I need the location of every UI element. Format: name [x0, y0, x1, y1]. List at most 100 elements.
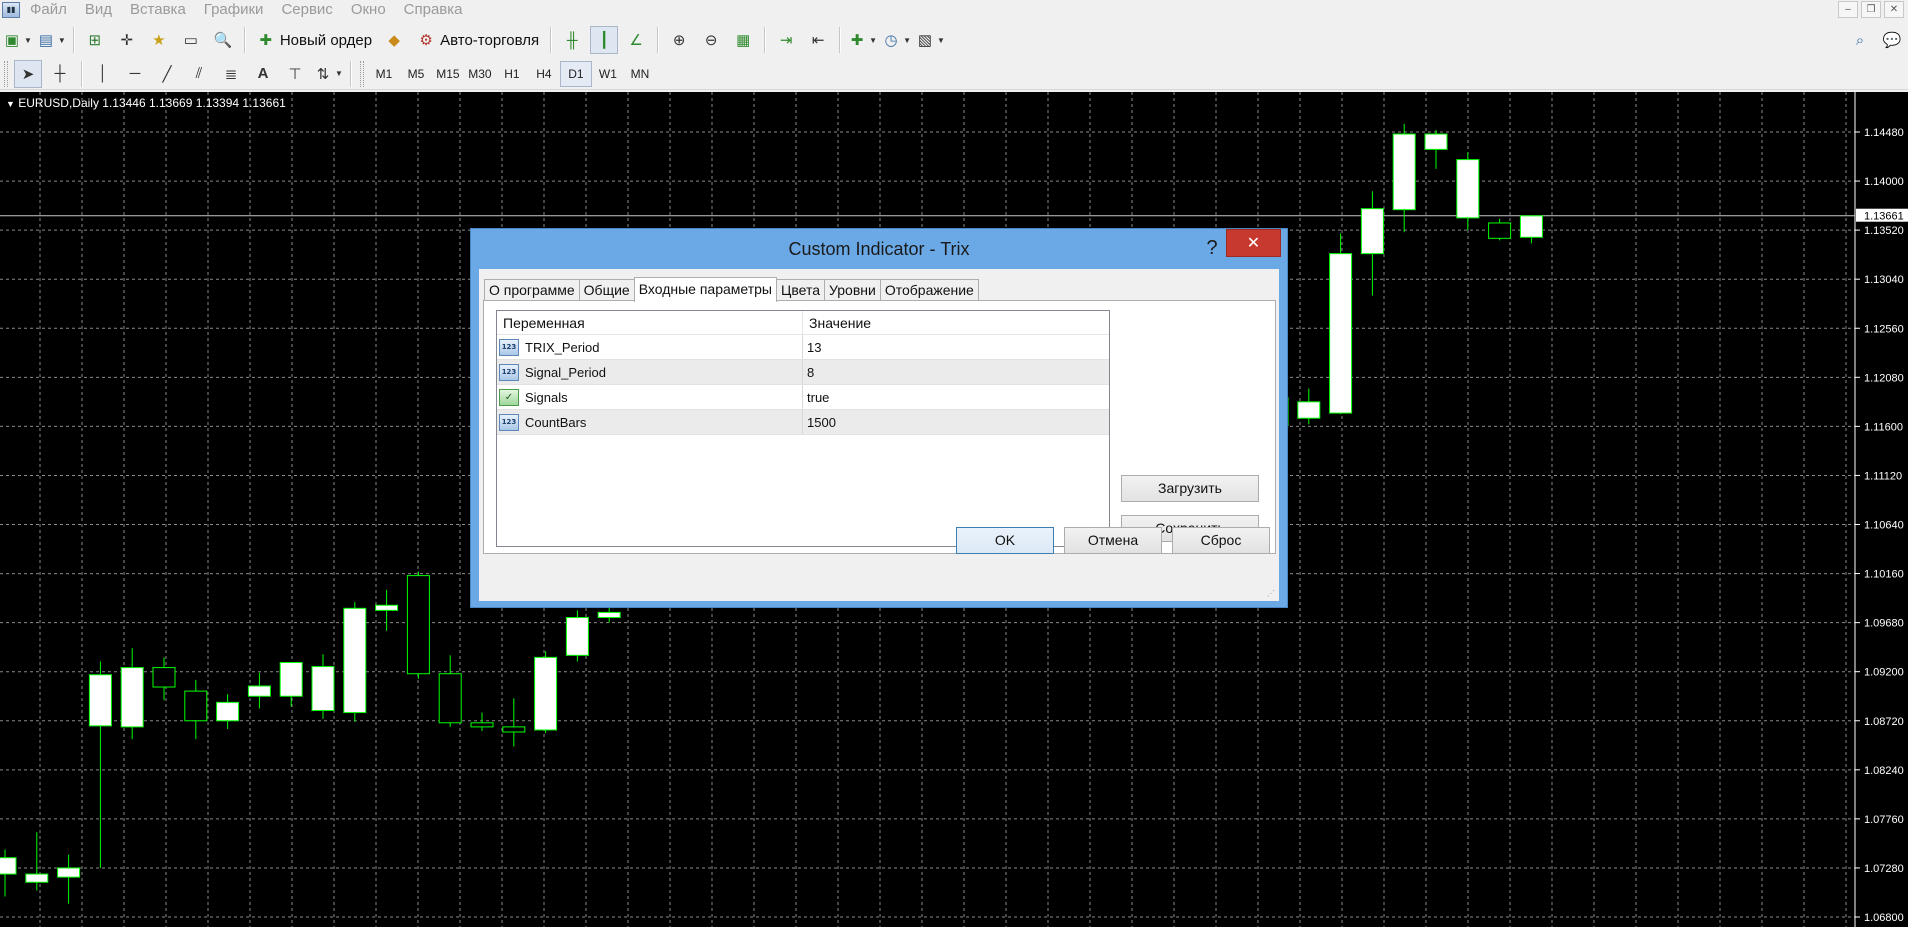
chart-collapse-icon[interactable]: ▼: [6, 99, 15, 109]
timeframe-m30[interactable]: M30: [464, 61, 496, 87]
param-value[interactable]: 1500: [803, 410, 1109, 434]
text-button[interactable]: A: [249, 60, 277, 88]
timeframe-m1[interactable]: M1: [368, 61, 400, 87]
param-value[interactable]: true: [803, 385, 1109, 409]
horizontal-line-button[interactable]: ─: [121, 60, 149, 88]
text-label-button[interactable]: ⊤: [281, 60, 309, 88]
menu-view[interactable]: Вид: [76, 0, 121, 20]
tab-common[interactable]: Общие: [578, 279, 635, 301]
menu-file[interactable]: Файл: [20, 0, 76, 20]
menu-charts[interactable]: Графики: [195, 0, 273, 20]
timeframe-m5[interactable]: M5: [400, 61, 432, 87]
expert-advisors-button[interactable]: ◆: [380, 26, 408, 54]
dialog-title[interactable]: Custom Indicator - Trix: [471, 229, 1287, 269]
indicators-button[interactable]: ✚ ▼: [847, 26, 877, 54]
reset-button[interactable]: Сброс: [1172, 527, 1270, 554]
timeframe-mn[interactable]: MN: [624, 61, 656, 87]
fibonacci-button[interactable]: ≣: [217, 60, 245, 88]
templates-button[interactable]: ▧ ▼: [915, 26, 945, 54]
menu-window[interactable]: Окно: [342, 0, 395, 20]
candle-body: [184, 690, 208, 722]
y-tick-label: 1.07280: [1864, 863, 1904, 875]
cancel-button[interactable]: Отмена: [1064, 527, 1162, 554]
zoom-out-button[interactable]: ⊖: [697, 26, 725, 54]
market-watch-button[interactable]: ⊞: [81, 26, 109, 54]
table-row[interactable]: ✓ Signals true: [497, 385, 1109, 410]
candle-body: [1297, 401, 1321, 419]
new-order-label: Новый ордер: [279, 31, 373, 49]
new-order-button[interactable]: ✚ Новый ордер: [252, 26, 376, 54]
candle-body: [470, 722, 494, 728]
close-window-icon[interactable]: ✕: [1884, 1, 1904, 18]
app-icon[interactable]: ▮▮: [2, 2, 20, 18]
y-tick-label: 1.10640: [1864, 520, 1904, 532]
param-name: Signal_Period: [525, 364, 606, 380]
menu-tools[interactable]: Сервис: [272, 0, 341, 20]
close-button[interactable]: ✕: [1226, 229, 1281, 257]
timeframe-d1[interactable]: D1: [559, 60, 592, 87]
parameters-grid: Переменная Значение 123 TRIX_Period 13 12…: [496, 310, 1110, 547]
profiles-button[interactable]: ▤ ▼: [36, 26, 66, 54]
cursor-button[interactable]: ➤: [14, 59, 42, 88]
chat-button[interactable]: 💬: [1878, 26, 1906, 54]
equidistant-channel-button[interactable]: ⫽: [185, 60, 213, 88]
menu-insert[interactable]: Вставка: [121, 0, 195, 20]
tab-about[interactable]: О программе: [484, 279, 580, 301]
zoom-in-button[interactable]: ⊕: [665, 26, 693, 54]
terminal-icon: ▭: [183, 32, 198, 49]
load-button[interactable]: Загрузить: [1121, 475, 1259, 502]
timeframe-h1[interactable]: H1: [496, 61, 528, 87]
search-button[interactable]: ⌕: [1846, 26, 1874, 54]
tab-colors[interactable]: Цвета: [776, 279, 825, 301]
trendline-button[interactable]: ╱: [153, 60, 181, 88]
y-tick-label: 1.08720: [1864, 716, 1904, 728]
table-row[interactable]: 123 Signal_Period 8: [497, 360, 1109, 385]
crosshair-button[interactable]: ┼: [46, 60, 74, 88]
param-value[interactable]: 13: [803, 335, 1109, 359]
tab-inputs[interactable]: Входные параметры: [633, 277, 777, 302]
candlestick-button[interactable]: ┃: [590, 26, 619, 54]
tab-visualization[interactable]: Отображение: [879, 279, 979, 301]
restore-icon[interactable]: ❐: [1861, 1, 1881, 18]
y-tick-label: 1.14000: [1864, 176, 1904, 188]
candle-body: [88, 674, 112, 727]
candle-body: [1360, 208, 1384, 255]
table-row[interactable]: 123 CountBars 1500: [497, 410, 1109, 435]
data-window-button[interactable]: ✛: [113, 26, 141, 54]
candle-body: [1424, 133, 1448, 150]
column-variable[interactable]: Переменная: [497, 311, 803, 334]
auto-trading-button[interactable]: ⚙ Авто-торговля: [412, 26, 543, 54]
timeframe-m15[interactable]: M15: [432, 61, 464, 87]
toolbar-grip[interactable]: [359, 60, 364, 87]
window-controls: – ❐ ✕: [1838, 1, 1904, 18]
timeframe-w1[interactable]: W1: [592, 61, 624, 87]
timeframe-h4[interactable]: H4: [528, 61, 560, 87]
autoscroll-button[interactable]: ⇥: [772, 26, 800, 54]
line-chart-button[interactable]: ∠: [622, 26, 650, 54]
table-row[interactable]: 123 TRIX_Period 13: [497, 335, 1109, 360]
navigator-button[interactable]: ★: [145, 26, 173, 54]
navigator-icon: ★: [152, 32, 166, 49]
bar-chart-button[interactable]: ╫: [558, 26, 586, 54]
help-button[interactable]: ?: [1201, 235, 1223, 261]
arrows-button[interactable]: ⇅ ▼: [313, 60, 343, 88]
new-chart-button[interactable]: ▣ ▼: [2, 26, 32, 54]
row-name-cell: ✓ Signals: [497, 385, 803, 409]
strategy-tester-button[interactable]: 🔍: [209, 26, 237, 54]
periods-button[interactable]: ◷ ▼: [881, 26, 911, 54]
terminal-button[interactable]: ▭: [177, 26, 205, 54]
menu-help[interactable]: Справка: [395, 0, 472, 20]
boolean-type-icon: ✓: [499, 388, 519, 406]
vertical-line-button[interactable]: │: [89, 60, 117, 88]
ok-button[interactable]: OK: [956, 527, 1054, 554]
cursor-icon: ➤: [21, 65, 35, 83]
minimize-icon[interactable]: –: [1838, 1, 1858, 18]
chart-shift-button[interactable]: ⇤: [804, 26, 832, 54]
tile-windows-button[interactable]: ▦: [729, 26, 757, 54]
param-value[interactable]: 8: [803, 360, 1109, 384]
toolbar-grip[interactable]: [4, 60, 8, 87]
column-value[interactable]: Значение: [803, 311, 1109, 334]
resize-grip-icon[interactable]: ⋰: [1267, 589, 1277, 599]
chart-title: ▼ EURUSD,Daily 1.13446 1.13669 1.13394 1…: [6, 96, 286, 110]
tab-levels[interactable]: Уровни: [824, 279, 881, 301]
